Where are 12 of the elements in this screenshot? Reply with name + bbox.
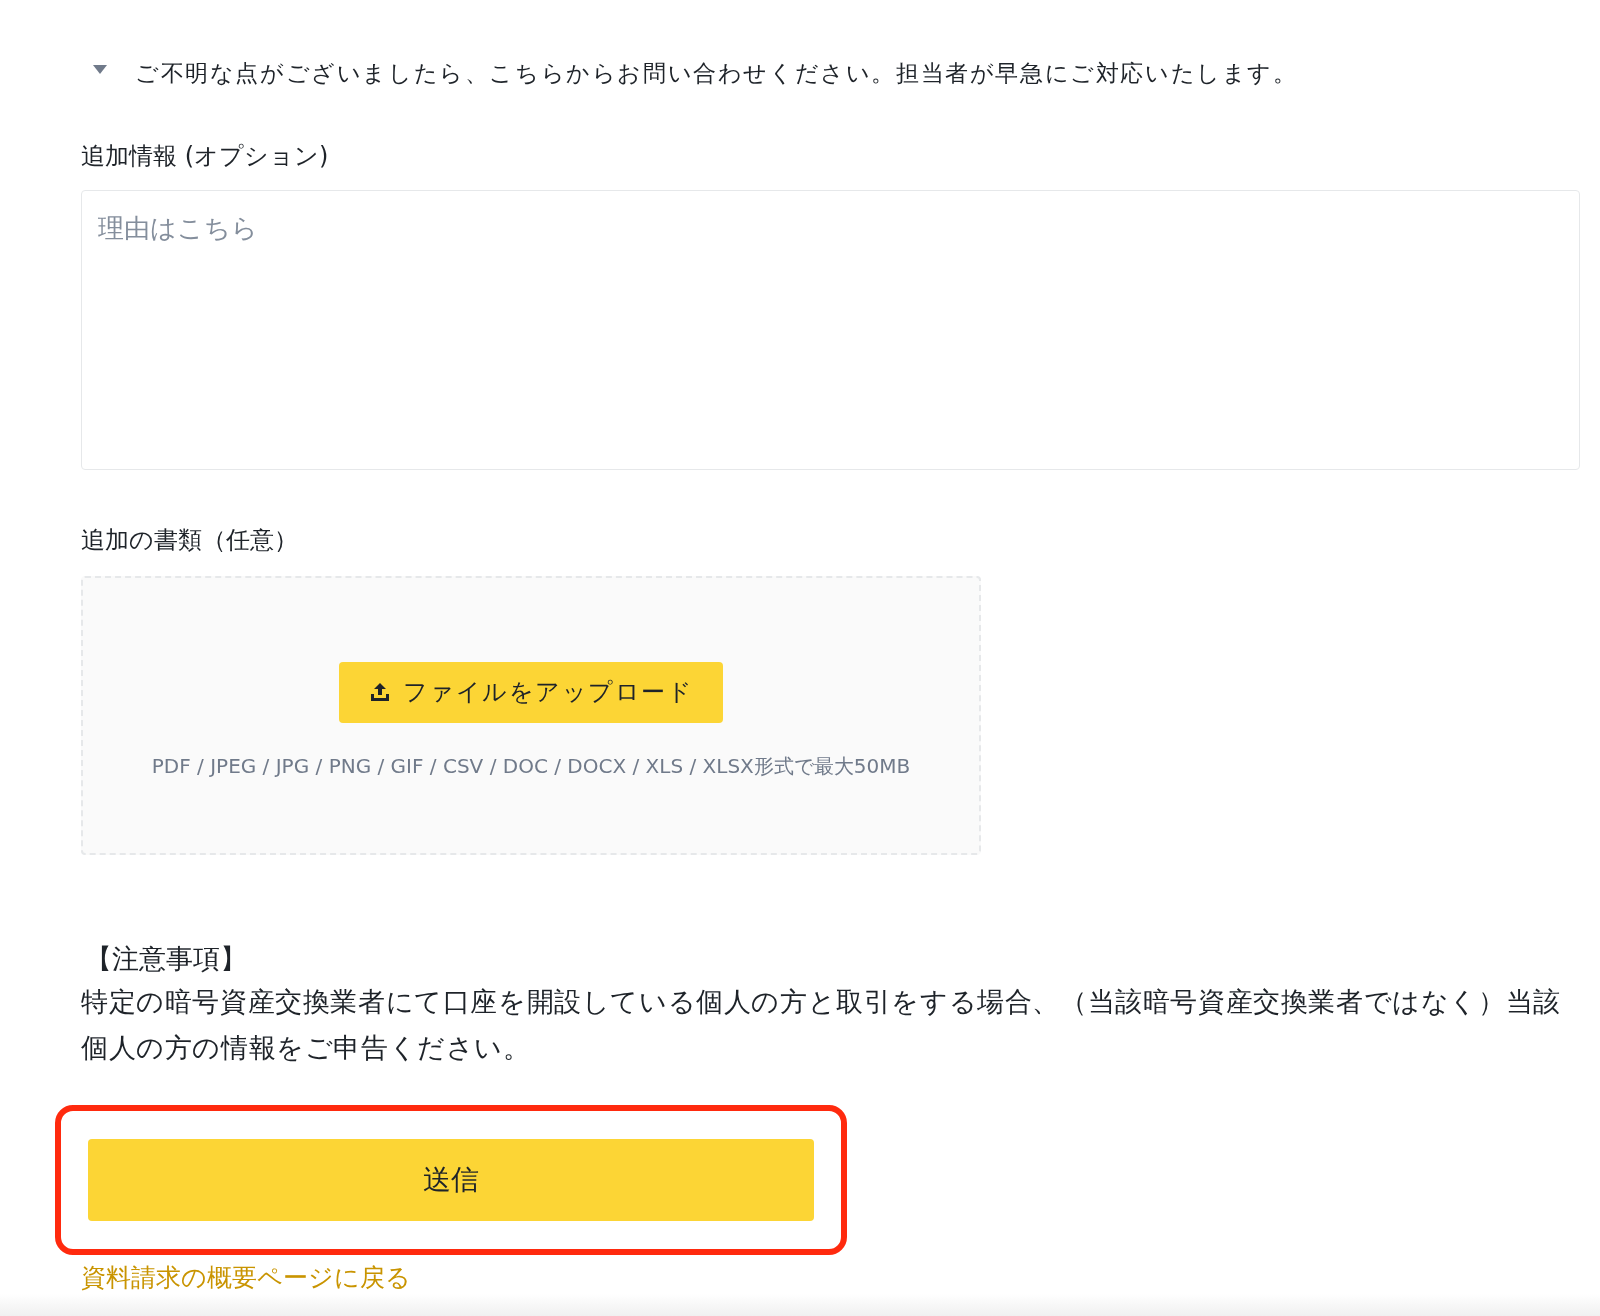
upload-button[interactable]: ファイルをアップロード	[338, 661, 724, 723]
caution-text: 特定の暗号資産交換業者にて口座を開設している個人の方と取引をする場合、（当該暗号資産交換業者ではなく）当該個人の方の情報をご申告ください。	[81, 985, 1561, 1065]
file-format-hint: PDF / JPEG / JPG / PNG / GIF / CSV / DOC / DOCX / XLS / XLSX形式で最大50MB	[151, 752, 911, 780]
reason-field[interactable]: 理由はこちら	[81, 190, 1580, 470]
upload-dropzone[interactable]: ファイルをアップロード PDF / JPEG / JPG / PNG / GIF / CSV / DOC / DOCX / XLS / XLSX形式で最大50MB	[81, 576, 981, 855]
caret-icon[interactable]	[93, 65, 107, 75]
field-label: 追加の書類（任意）	[81, 525, 298, 556]
caution-title: 【注意事項】	[85, 942, 247, 976]
upload-icon	[368, 682, 391, 702]
notice-text: ご不明な点がございましたら、こちらからお問い合わせください。担当者が早急にご対応いたします。	[135, 58, 1298, 88]
submit-button[interactable]: 送信	[88, 1139, 814, 1221]
field-label: 追加情報 (オプション)	[81, 141, 329, 172]
